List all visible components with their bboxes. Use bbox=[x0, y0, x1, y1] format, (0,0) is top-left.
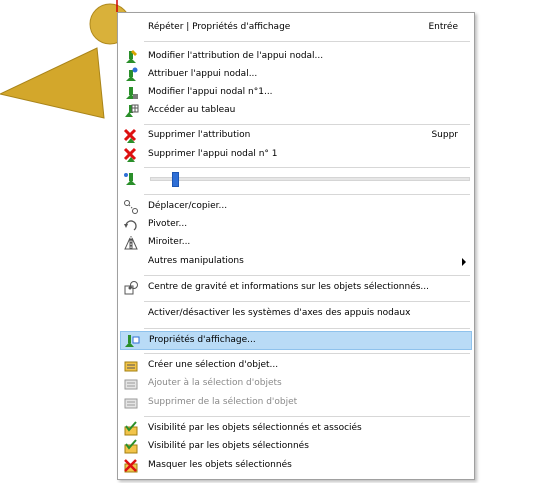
delete-icon bbox=[123, 128, 137, 143]
menu-item-other-manipulations[interactable]: Autres manipulations bbox=[120, 253, 472, 272]
menu-item-label: Déplacer/copier... bbox=[148, 201, 228, 211]
menu-item-display-properties[interactable]: Propriétés d'affichage... bbox=[120, 331, 472, 350]
assign-support-icon bbox=[126, 67, 138, 81]
transparency-slider-thumb[interactable] bbox=[171, 172, 179, 187]
menu-item-add-to-selection: Ajouter à la sélection d'objets bbox=[120, 375, 472, 394]
menu-separator bbox=[144, 301, 470, 302]
menu-separator bbox=[144, 124, 470, 125]
menu-item-rotate[interactable]: Pivoter... bbox=[120, 216, 472, 235]
support-transparency-icon bbox=[124, 173, 136, 185]
menu-item-visibility-selected[interactable]: Visibilité par les objets sélectionnés bbox=[120, 438, 472, 457]
create-selection-icon bbox=[124, 361, 138, 372]
menu-separator bbox=[144, 194, 470, 195]
menu-item-centroid-info[interactable]: Centre de gravité et informations sur le… bbox=[120, 279, 472, 298]
mirror-icon bbox=[124, 236, 138, 250]
menu-item-label: Accéder au tableau bbox=[148, 105, 236, 115]
menu-separator bbox=[144, 275, 470, 276]
menu-item-visibility-selected-associated[interactable]: Visibilité par les objets sélectionnés e… bbox=[120, 420, 472, 439]
menu-separator bbox=[144, 416, 470, 417]
menu-item-label: Visibilité par les objets sélectionnés e… bbox=[148, 423, 362, 433]
model-viewport[interactable]: Répéter | Propriétés d'affichage Entrée … bbox=[0, 0, 536, 483]
rotate-icon bbox=[124, 220, 137, 231]
remove-from-selection-icon bbox=[124, 398, 138, 409]
context-menu: Répéter | Propriétés d'affichage Entrée … bbox=[117, 12, 475, 480]
edit-support-icon bbox=[126, 87, 138, 99]
menu-item-label: Supprimer l'attribution bbox=[148, 130, 251, 140]
menu-item-create-selection[interactable]: Créer une sélection d'objet... bbox=[120, 357, 472, 376]
menu-separator bbox=[144, 353, 470, 354]
hide-icon bbox=[124, 459, 138, 473]
menu-item-delete-support[interactable]: Supprimer l'appui nodal n° 1 bbox=[120, 146, 472, 165]
menu-item-label: Masquer les objets sélectionnés bbox=[148, 460, 292, 470]
add-to-selection-icon bbox=[124, 379, 138, 390]
menu-item-label: Visibilité par les objets sélectionnés bbox=[148, 441, 309, 451]
menu-separator bbox=[144, 328, 470, 329]
menu-separator bbox=[144, 41, 470, 42]
menu-item-transparency-slider[interactable] bbox=[120, 170, 472, 189]
menu-item-label: Activer/désactiver les systèmes d'axes d… bbox=[148, 308, 411, 318]
table-icon bbox=[125, 104, 139, 117]
transparency-slider-track[interactable] bbox=[150, 177, 470, 181]
menu-item-assign-support[interactable]: Attribuer l'appui nodal... bbox=[120, 66, 472, 85]
edit-support-icon bbox=[126, 50, 137, 63]
menu-item-label: Modifier l'appui nodal n°1... bbox=[148, 87, 273, 97]
menu-item-label: Répéter | Propriétés d'affichage bbox=[148, 22, 291, 32]
menu-item-delete-assignment[interactable]: Supprimer l'attribution Suppr bbox=[120, 127, 472, 146]
menu-item-label: Supprimer de la sélection d'objet bbox=[148, 397, 298, 407]
menu-item-label: Supprimer l'appui nodal n° 1 bbox=[148, 149, 278, 159]
menu-item-label: Autres manipulations bbox=[148, 256, 244, 266]
menu-item-label: Centre de gravité et informations sur le… bbox=[148, 282, 430, 292]
menu-item-toggle-axes[interactable]: Activer/désactiver les systèmes d'axes d… bbox=[120, 305, 472, 324]
menu-item-label: Pivoter... bbox=[148, 219, 188, 229]
menu-item-remove-from-selection: Supprimer de la sélection d'objet bbox=[120, 394, 472, 413]
menu-item-label: Miroiter... bbox=[148, 237, 191, 247]
menu-item-label: Ajouter à la sélection d'objets bbox=[148, 378, 282, 388]
menu-item-shortcut: Suppr bbox=[431, 130, 458, 140]
menu-item-go-to-table[interactable]: Accéder au tableau bbox=[120, 102, 472, 121]
visibility-icon bbox=[124, 421, 138, 436]
centroid-icon bbox=[124, 281, 138, 295]
menu-item-repeat[interactable]: Répéter | Propriétés d'affichage Entrée bbox=[120, 19, 472, 38]
menu-item-move-copy[interactable]: Déplacer/copier... bbox=[120, 198, 472, 217]
menu-item-hide-selected[interactable]: Masquer les objets sélectionnés bbox=[120, 457, 472, 476]
submenu-arrow-icon bbox=[462, 258, 466, 266]
menu-separator bbox=[144, 167, 470, 168]
menu-item-label: Attribuer l'appui nodal... bbox=[148, 69, 258, 79]
nodal-support-graphic[interactable] bbox=[0, 0, 130, 130]
menu-item-shortcut: Entrée bbox=[428, 22, 459, 32]
display-properties-icon bbox=[125, 335, 140, 347]
menu-item-edit-assignment[interactable]: Modifier l'attribution de l'appui nodal.… bbox=[120, 48, 472, 67]
visibility-icon bbox=[124, 439, 138, 454]
menu-item-mirror[interactable]: Miroiter... bbox=[120, 234, 472, 253]
menu-item-label: Créer une sélection d'objet... bbox=[148, 360, 279, 370]
menu-item-edit-support[interactable]: Modifier l'appui nodal n°1... bbox=[120, 84, 472, 103]
menu-item-label: Modifier l'attribution de l'appui nodal.… bbox=[148, 51, 324, 61]
move-copy-icon bbox=[124, 200, 138, 214]
delete-icon bbox=[123, 147, 137, 162]
menu-item-label: Propriétés d'affichage... bbox=[149, 335, 256, 345]
